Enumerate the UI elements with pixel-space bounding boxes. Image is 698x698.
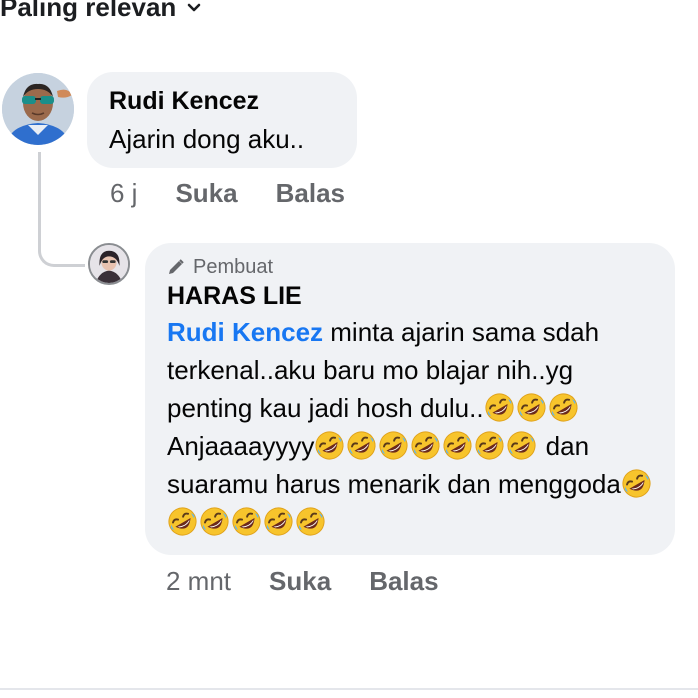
laughing-emoji-icon (378, 430, 409, 461)
reply-bubble[interactable]: Pembuat HARAS LIE Rudi Kencez minta ajar… (145, 243, 675, 555)
laughing-emoji-icon (484, 392, 515, 423)
emoji-group-2 (314, 431, 538, 461)
chevron-down-icon (188, 3, 201, 11)
avatar[interactable] (88, 243, 130, 285)
emoji-group-1 (484, 393, 580, 423)
comments-page: Paling relevan Rudi Kencez Ajarin dong a… (0, 0, 698, 698)
reply-text-part-2: Anjaaaayyyy (167, 431, 315, 461)
laughing-emoji-icon (516, 392, 547, 423)
comment-time[interactable]: 6 j (110, 178, 137, 209)
comment-bubble[interactable]: Rudi Kencez Ajarin dong aku.. (87, 72, 357, 168)
sort-dropdown[interactable]: Paling relevan (0, 0, 202, 23)
reply-button[interactable]: Balas (276, 178, 345, 209)
laughing-emoji-icon (442, 430, 473, 461)
like-button[interactable]: Suka (175, 178, 237, 209)
like-button[interactable]: Suka (269, 566, 331, 597)
laughing-emoji-icon (474, 430, 505, 461)
sort-label: Paling relevan (0, 0, 177, 22)
mention-link[interactable]: Rudi Kencez (167, 317, 323, 347)
reply-author[interactable]: HARAS LIE (167, 281, 653, 311)
comment-author[interactable]: Rudi Kencez (109, 86, 335, 116)
laughing-emoji-icon (314, 430, 345, 461)
reply-actions: 2 mnt Suka Balas (166, 566, 477, 597)
reply-button[interactable]: Balas (369, 566, 438, 597)
laughing-emoji-icon (167, 506, 198, 537)
laughing-emoji-icon (295, 506, 326, 537)
pencil-icon (169, 259, 184, 274)
laughing-emoji-icon (506, 430, 537, 461)
avatar[interactable] (2, 73, 74, 145)
laughing-emoji-icon (263, 506, 294, 537)
author-badge-label: Pembuat (193, 256, 274, 278)
laughing-emoji-icon (548, 392, 579, 423)
laughing-emoji-icon (410, 430, 441, 461)
author-badge: Pembuat (167, 255, 653, 279)
laughing-emoji-icon (346, 430, 377, 461)
laughing-emoji-icon (231, 506, 262, 537)
reply-time[interactable]: 2 mnt (166, 566, 231, 597)
comment-actions: 6 j Suka Balas (110, 178, 383, 209)
comment-text: Ajarin dong aku.. (109, 124, 305, 154)
laughing-emoji-icon (199, 506, 230, 537)
reply-thread-line (38, 152, 85, 267)
reply-text: Rudi Kencez minta ajarin sama sdah terke… (167, 313, 653, 541)
laughing-emoji-icon (621, 468, 652, 499)
divider (0, 688, 698, 690)
